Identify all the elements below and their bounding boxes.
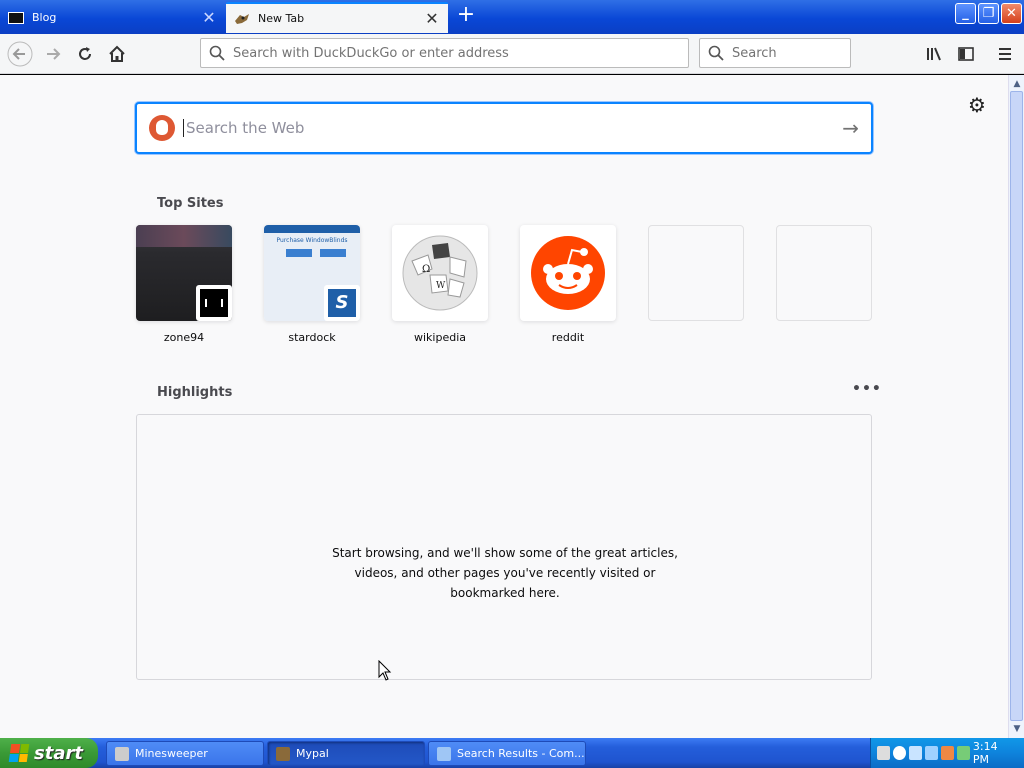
close-window-button[interactable]: ✕ [1001,3,1022,24]
tab-new-tab[interactable]: New Tab ✕ [226,2,448,33]
security-icon[interactable] [940,746,954,760]
taskbar-button-label: Mypal [296,747,329,760]
top-sites-heading: Top Sites [157,196,224,211]
taskbar-button-label: Minesweeper [135,747,208,760]
customize-gear-icon[interactable]: ⚙ [966,94,988,116]
top-site-empty-slot [648,225,744,321]
zone94-favicon-icon [196,285,232,321]
stardock-favicon-icon: S [324,285,360,321]
search-placeholder: Search [732,45,777,61]
reload-icon [79,47,91,60]
tab-title: Blog [32,11,57,24]
keyboard-icon[interactable] [877,746,890,760]
new-tab-page: ⚙ Search the Web → Top Sites zone94 Purc… [0,75,1008,738]
forward-arrow-icon [47,48,61,60]
start-button[interactable]: start [0,738,98,768]
home-button[interactable] [104,41,130,67]
taskbar-button-minesweeper[interactable]: Minesweeper [106,741,264,766]
highlights-empty-panel: Start browsing, and we'll show some of t… [136,414,872,680]
svg-text:W: W [436,281,446,291]
search-results-icon [437,746,451,761]
top-site-label: stardock [288,331,336,344]
menu-button[interactable] [992,41,1018,67]
address-placeholder: Search with DuckDuckGo or enter address [233,45,509,61]
zone94-thumbnail-header [136,225,232,247]
vertical-scrollbar[interactable]: ▲ ▼ [1008,75,1024,738]
stardock-thumb-title: Purchase WindowBlinds [276,237,348,244]
highlights-heading: Highlights [157,385,233,400]
sidebar-button[interactable] [953,41,979,67]
search-icon [708,45,724,61]
top-site-zone94[interactable] [136,225,232,321]
navigation-toolbar: Search with DuckDuckGo or enter address … [0,34,1024,74]
mypal-favicon-icon [234,13,250,25]
back-arrow-icon [7,41,33,67]
clock: 3:14 PM [972,740,998,766]
top-site-wikipedia[interactable]: Ω W [392,225,488,321]
highlights-empty-line: videos, and other pages you've recently … [354,566,656,580]
duckduckgo-logo-icon [149,115,175,141]
mouse-cursor-icon [378,660,392,681]
highlights-options-icon[interactable]: ••• [852,381,881,397]
reload-button[interactable] [72,41,98,67]
scroll-up-arrow-icon[interactable]: ▲ [1009,77,1024,91]
search-submit-arrow-icon[interactable]: → [842,116,859,140]
windows-logo-icon [8,744,30,762]
volume-icon[interactable] [924,746,938,760]
scroll-down-arrow-icon[interactable]: ▼ [1009,722,1024,736]
highlights-empty-line: Start browsing, and we'll show some of t… [332,546,678,560]
top-site-reddit[interactable] [520,225,616,321]
search-bar[interactable]: Search [699,38,851,68]
stardock-thumb-block [320,249,346,257]
top-site-label: reddit [551,331,585,344]
back-button[interactable] [7,41,33,67]
tab-blog[interactable]: Blog ✕ [0,2,225,33]
taskbar-button-mypal[interactable]: Mypal [267,741,425,766]
taskbar: start Minesweeper Mypal Search Results -… [0,738,1024,768]
svg-text:Ω: Ω [422,264,430,275]
window-controls: _ ❐ ✕ [955,3,1022,24]
stardock-thumb-header [264,225,360,233]
desktop: Blog ✕ New Tab ✕ + _ ❐ ✕ Search with Duc… [0,0,1024,768]
library-icon [927,47,941,61]
home-icon [109,45,125,62]
network-icon[interactable] [908,746,922,760]
taskbar-button-label: Search Results - Com... [457,747,585,760]
restore-button[interactable]: ❐ [978,3,999,24]
taskbar-button-search-results[interactable]: Search Results - Com... [428,741,586,766]
system-tray: 3:14 PM [870,738,1024,768]
address-bar[interactable]: Search with DuckDuckGo or enter address [200,38,689,68]
tray-arrow-icon[interactable] [892,746,906,760]
blog-favicon-icon [8,11,24,24]
tab-strip: Blog ✕ New Tab ✕ + _ ❐ ✕ [0,0,1024,34]
minimize-button[interactable]: _ [955,3,976,24]
library-button[interactable] [921,41,947,67]
search-icon [209,45,225,61]
new-tab-button[interactable]: + [455,4,477,28]
sidebar-icon [958,47,974,61]
top-site-empty-slot [776,225,872,321]
stardock-thumb-block [286,249,312,257]
reddit-logo-icon [531,236,605,310]
tab-close-icon[interactable]: ✕ [201,9,217,26]
update-icon[interactable] [956,746,970,760]
mypal-icon [276,746,290,761]
highlights-empty-message: Start browsing, and we'll show some of t… [137,543,873,603]
highlights-empty-line: bookmarked here. [450,586,560,600]
web-search-input[interactable]: Search the Web [183,119,842,137]
minesweeper-icon [115,746,129,761]
hamburger-menu-icon [999,48,1011,60]
top-site-label: zone94 [163,331,205,344]
wikipedia-globe-icon: Ω W [402,235,478,311]
top-site-stardock[interactable]: Purchase WindowBlinds S [264,225,360,321]
tab-title: New Tab [258,12,305,25]
start-label: start [34,742,83,764]
web-search-box[interactable]: Search the Web → [135,102,873,154]
top-site-label: wikipedia [413,331,466,344]
tab-close-icon[interactable]: ✕ [424,10,440,27]
forward-button[interactable] [40,41,66,67]
scroll-thumb[interactable] [1010,91,1023,721]
